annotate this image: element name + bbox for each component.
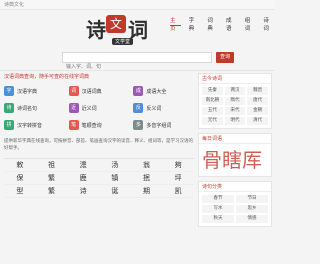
chengyu-icon: 成 [133,86,144,96]
category-tag[interactable]: 秋天 [202,215,234,223]
category-panel: 诗句分类 春节 节日 写水 思乡 秋天 情感 [198,181,272,227]
card-chengyu[interactable]: 成成语大全 [133,84,194,98]
category-tag[interactable]: 思乡 [236,205,268,213]
fanyici-icon: 反 [133,103,144,113]
shici-icon: 诗 [4,103,14,113]
dynasty-tag[interactable]: 南北朝 [202,97,223,105]
card-label: 汉字转拼音 [17,122,43,129]
dynasty-tag[interactable]: 清代 [247,117,268,125]
duoyinzi-icon: 多 [133,120,144,130]
dynasty-tag[interactable]: 金朝 [247,107,268,115]
dynasty-tag[interactable]: 先秦 [202,87,223,95]
card-label: 反义词 [146,105,162,112]
char-item[interactable]: 保 [4,172,36,185]
card-label: 近义词 [81,105,97,112]
char-item[interactable]: 期 [130,185,163,198]
category-tag[interactable]: 春节 [202,195,234,203]
search-box [62,52,212,72]
char-item[interactable]: 抿 [130,172,163,185]
char-item[interactable]: 坪 [162,172,194,185]
logo-subtitle: 文学堂 [112,38,134,45]
char-item[interactable]: 繁 [35,172,68,185]
char-item[interactable]: 诞 [98,185,131,198]
char-item[interactable]: 凯 [162,185,194,198]
card-fanyici[interactable]: 反反义词 [133,101,194,115]
nav-item-home[interactable]: 主页 [170,16,181,32]
dynasty-tag[interactable]: 五代 [202,107,223,115]
category-tags: 春节 节日 写水 思乡 秋天 情感 [199,192,271,226]
card-cidian[interactable]: 词汉语词典 [68,84,130,98]
main-content: 汉语词典查询，随手可查的在线字词典 字汉语字典 词汉语词典 成成语大全 诗诗词名… [4,73,194,198]
card-label: 多音字组词 [146,122,172,129]
logo-seal: 文 [106,15,126,33]
dynasty-tag[interactable]: 两汉 [224,87,246,95]
dynasty-tag[interactable]: 魏晋 [247,87,268,95]
cidian-icon: 词 [68,86,79,96]
category-tag[interactable]: 节日 [236,195,268,203]
header-divider [0,70,274,71]
char-item[interactable]: 漶 [67,159,99,172]
main-nav: 主页 字典 词典 成语 组词 诗词 [170,16,274,32]
dynasty-tag[interactable]: 唐代 [247,97,268,105]
search-button[interactable]: 查询 [216,52,234,63]
bishun-icon: 笔 [68,120,79,130]
daily-word[interactable]: 骨瞎厍 [202,144,272,173]
site-name[interactable]: 诗典文化 [4,1,24,8]
category-panel-title: 诗句分类 [199,182,271,192]
nav-item-shici[interactable]: 诗词 [263,16,274,32]
char-item[interactable]: 夠 [162,159,194,172]
site-intro: 提供新华字典在线查询，可按拼音、部首、笔画查询汉字的读音、释义、组词等，是学习汉… [4,139,193,151]
nav-item-zidian[interactable]: 字典 [189,16,200,32]
card-zidian[interactable]: 字汉语字典 [4,84,65,98]
card-label: 汉语字典 [17,88,38,95]
nav-item-zuci[interactable]: 组词 [245,16,256,32]
dynasty-tag[interactable]: 宋代 [224,107,246,115]
dynasty-tag[interactable]: 元代 [202,117,223,125]
card-pinyin[interactable]: 拼汉字转拼音 [4,118,65,132]
char-item[interactable]: 型 [4,185,36,198]
card-jinyici[interactable]: 近近义词 [68,101,130,115]
pinyin-icon: 拼 [4,120,14,130]
card-shici[interactable]: 诗诗词名句 [4,101,65,115]
char-item[interactable]: 敕 [4,159,36,172]
char-item[interactable]: 鹿 [67,172,99,185]
feature-cards: 字汉语字典 词汉语词典 成成语大全 诗诗词名句 近近义词 反反义词 拼汉字转拼音… [4,84,194,132]
char-grid: 敕 祖 漶 汤 翁 夠 保 繁 鹿 镇 抿 坪 型 繁 诗 诞 期 凯 [4,158,194,198]
card-duoyinzi[interactable]: 多多音字组词 [133,118,194,132]
card-label: 汉语词典 [81,88,102,95]
dynasty-tag[interactable]: 明代 [224,117,246,125]
site-logo[interactable]: 诗 文 词 文学堂 [86,14,160,45]
category-tag[interactable]: 写水 [202,205,234,213]
card-label: 诗词名句 [17,105,38,112]
char-item[interactable]: 诗 [67,185,99,198]
char-item[interactable]: 翁 [130,159,163,172]
card-bishun[interactable]: 笔笔顺查询 [68,118,130,132]
char-item[interactable]: 镇 [98,172,131,185]
char-item[interactable]: 祖 [35,159,68,172]
daily-word-panel: 每日词语 骨瞎厍 [198,133,272,177]
char-item[interactable]: 繁 [35,185,68,198]
nav-item-cidian[interactable]: 词典 [207,16,218,32]
category-tag[interactable]: 情感 [236,215,268,223]
notice-link[interactable]: 汉语词典查询，随手可查的在线字词典 [4,73,194,81]
nav-item-chengyu[interactable]: 成语 [226,16,237,32]
char-item[interactable]: 汤 [98,159,131,172]
dynasty-panel-title: 古今诗词 [199,74,271,84]
sidebar: 古今诗词 先秦 两汉 魏晋 南北朝 隋代 唐代 五代 宋代 金朝 元代 明代 清… [198,73,272,231]
card-label: 笔顺查询 [81,122,102,129]
top-bar: 诗典文化 [0,0,274,10]
dynasty-panel: 古今诗词 先秦 两汉 魏晋 南北朝 隋代 唐代 五代 宋代 金朝 元代 明代 清… [198,73,272,129]
card-label: 成语大全 [146,88,167,95]
jinyici-icon: 近 [68,103,79,113]
logo-char-shi: 诗 [86,18,106,42]
zidian-icon: 字 [4,86,14,96]
daily-word-title: 每日词语 [199,134,271,144]
dynasty-tags: 先秦 两汉 魏晋 南北朝 隋代 唐代 五代 宋代 金朝 元代 明代 清代 [199,84,271,128]
dynasty-tag[interactable]: 隋代 [224,97,246,105]
